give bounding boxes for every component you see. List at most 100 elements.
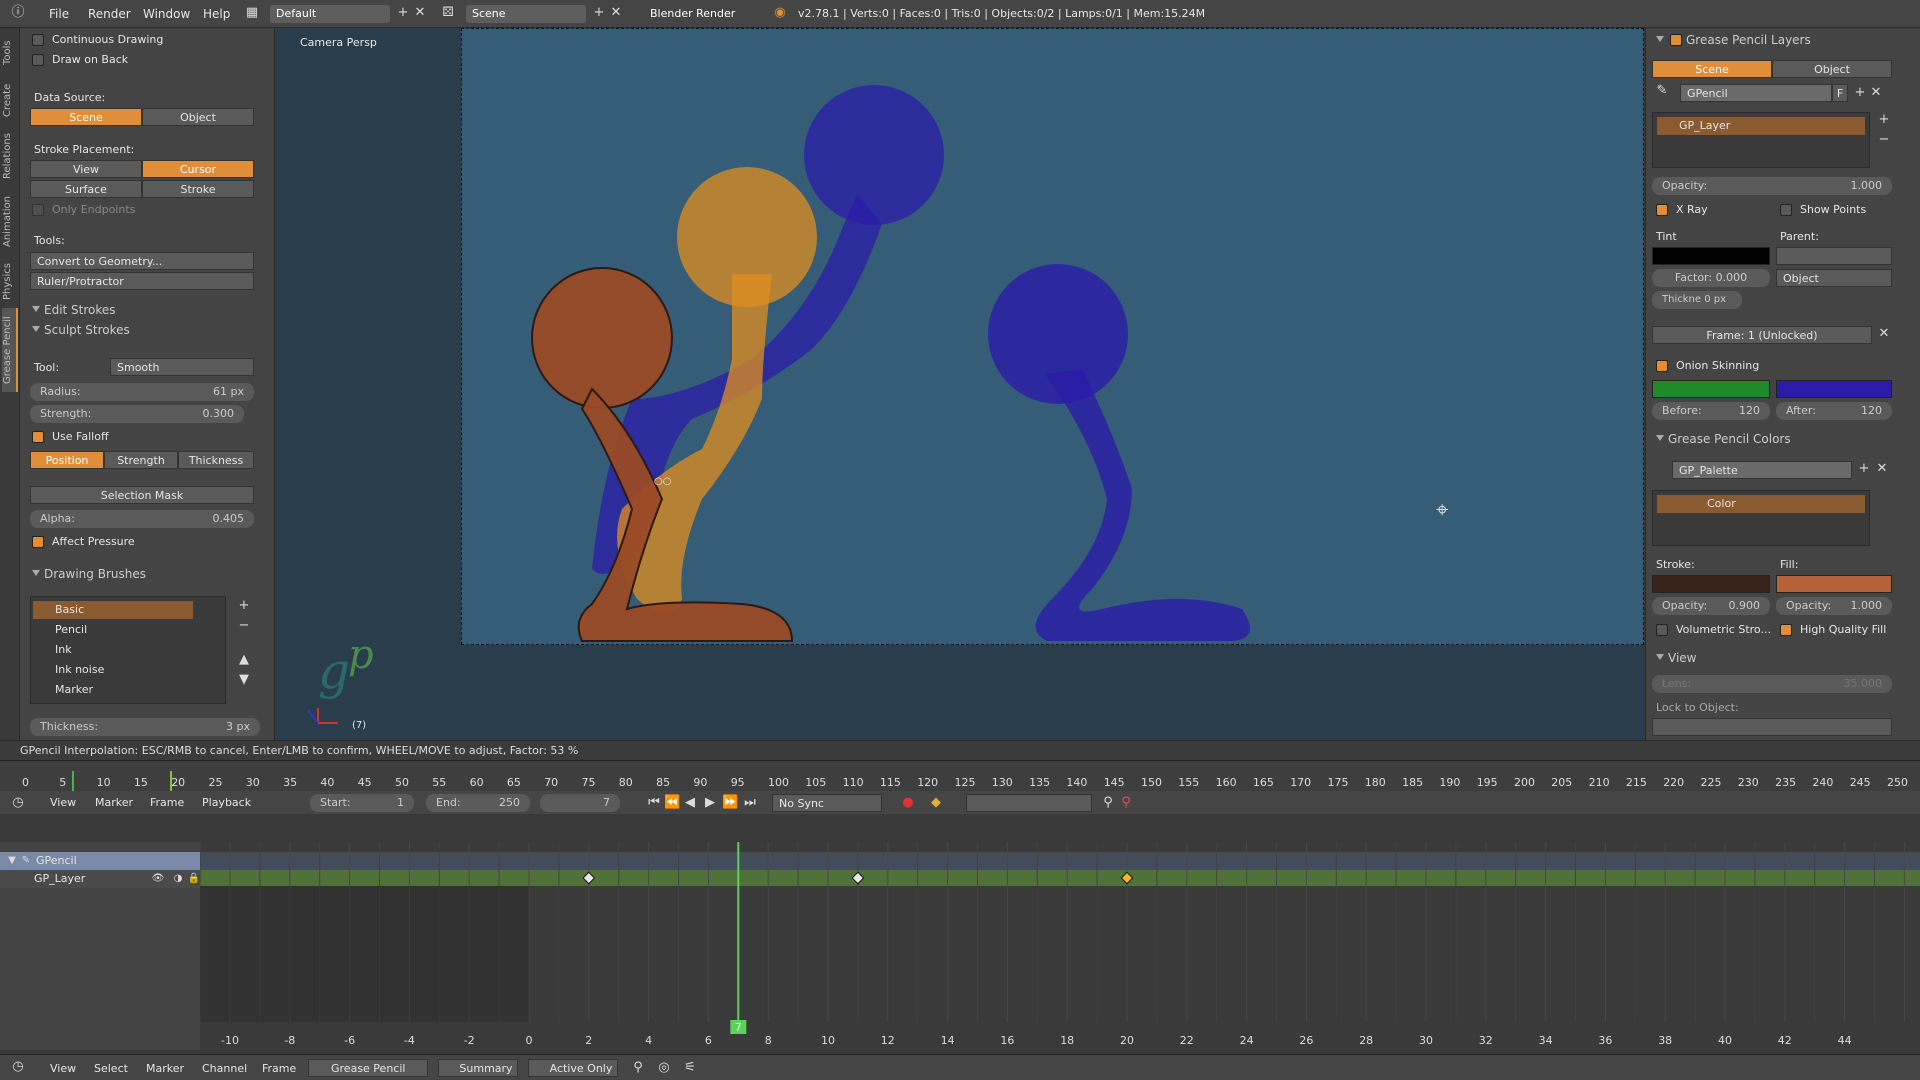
timeline-menu-view[interactable]: View [50, 796, 76, 809]
snap-icon[interactable]: ◎ [656, 1060, 672, 1076]
affect-position-button[interactable]: Position [30, 451, 104, 469]
draw-on-back-checkbox[interactable] [32, 54, 44, 66]
brush-item-ink[interactable]: Ink [33, 641, 72, 659]
brush-thickness-slider[interactable]: Thickness: 3 px [30, 718, 260, 736]
menu-render[interactable]: Render [88, 7, 131, 21]
summary-toggle[interactable]: Summary [438, 1059, 518, 1077]
menu-window[interactable]: Window [143, 7, 190, 21]
stroke-opacity-slider[interactable]: Opacity: 0.900 [1652, 597, 1770, 615]
brush-item-basic[interactable]: Basic [33, 601, 193, 619]
delete-frame-icon[interactable]: ✕ [1876, 326, 1892, 342]
affect-strength-button[interactable]: Strength [104, 451, 178, 469]
menu-help[interactable]: Help [203, 7, 230, 21]
scene-icon[interactable]: ⚄ [440, 5, 456, 21]
hq-fill-checkbox[interactable] [1780, 624, 1792, 636]
3d-cursor-icon[interactable]: ⌖ [1436, 498, 1448, 523]
tab-animation[interactable]: Animation [2, 190, 18, 254]
only-endpoints-checkbox[interactable] [32, 204, 44, 216]
convert-geometry-button[interactable]: Convert to Geometry... [30, 252, 254, 270]
3d-viewport[interactable]: Camera Persp ○○ ⌖ g p (7) [276, 28, 1644, 740]
data-source-scene-button[interactable]: Scene [30, 108, 142, 126]
visibility-icon[interactable]: 👁 [150, 871, 166, 887]
layer-opacity-slider[interactable]: Opacity: 1.000 [1652, 177, 1892, 195]
lens-slider[interactable]: Lens: 35.000 [1652, 675, 1892, 693]
frame-lock-field[interactable]: Frame: 1 (Unlocked) [1652, 326, 1872, 344]
keyframe-icon[interactable]: ◆ [928, 795, 944, 811]
placement-surface-button[interactable]: Surface [30, 180, 142, 198]
ds-menu-channel[interactable]: Channel [202, 1062, 247, 1075]
add-layout-icon[interactable]: + [395, 5, 411, 21]
timeline-menu-marker[interactable]: Marker [95, 796, 133, 809]
move-down-icon[interactable]: ▼ [236, 672, 252, 688]
ruler-button[interactable]: Ruler/Protractor [30, 272, 254, 290]
interpolation-icon[interactable]: ⚟ [682, 1060, 698, 1076]
gp-layers-checkbox[interactable] [1670, 34, 1682, 46]
add-layer-icon[interactable]: + [1876, 112, 1892, 128]
ds-menu-marker[interactable]: Marker [146, 1062, 184, 1075]
placement-cursor-button[interactable]: Cursor [142, 160, 254, 178]
next-key-icon[interactable]: ⏩ [722, 795, 738, 811]
tint-swatch[interactable] [1652, 247, 1770, 265]
fill-opacity-slider[interactable]: Opacity: 1.000 [1776, 597, 1892, 615]
drawing-brushes-panel[interactable]: Drawing Brushes [30, 564, 260, 584]
dopesheet-area[interactable]: -10 -8 -6 -4 -2 0 2 4 6 8 10 12 14 16 18 20 22 24 26 28 30 32… [200, 842, 1920, 1050]
layout-icon[interactable]: ▦ [244, 5, 260, 21]
gp-layers-panel[interactable]: Grease Pencil Layers [1654, 30, 1904, 50]
add-scene-icon[interactable]: + [591, 5, 607, 21]
onion-before-slider[interactable]: Before: 120 [1652, 402, 1770, 420]
tab-grease-pencil[interactable]: Grease Pencil [2, 308, 18, 392]
move-up-icon[interactable]: ▲ [236, 652, 252, 668]
tab-physics[interactable]: Physics [2, 258, 18, 306]
add-palette-icon[interactable]: + [1856, 461, 1872, 477]
layout-field[interactable]: Default [270, 5, 390, 23]
onion-after-color[interactable] [1776, 380, 1892, 398]
add-brush-icon[interactable]: + [236, 598, 252, 614]
volumetric-checkbox[interactable] [1656, 624, 1668, 636]
strength-slider[interactable]: Strength: 0.300 [30, 405, 244, 423]
dopesheet-editor-icon[interactable]: ◷ [10, 1059, 26, 1075]
continuous-drawing-checkbox[interactable] [32, 34, 44, 46]
selection-mask-button[interactable]: Selection Mask [30, 486, 254, 504]
sculpt-strokes-panel[interactable]: Sculpt Strokes [30, 320, 260, 340]
menu-file[interactable]: File [49, 7, 69, 21]
dopesheet-editor[interactable]: GPencil ▼ ✎ GP_Layer 👁 ◑ 🔒 -10 -8 -6 -4 -2 0 2… [0, 814, 1920, 1050]
play-reverse-icon[interactable]: ◀ [682, 795, 698, 811]
record-icon[interactable]: ● [900, 795, 916, 811]
jump-end-icon[interactable]: ⏭ [742, 795, 758, 811]
gpencil-datablock[interactable]: GPencil [1680, 84, 1832, 102]
onion-skinning-checkbox[interactable] [1656, 360, 1668, 372]
view-panel[interactable]: View [1654, 648, 1904, 668]
timeline-menu-frame[interactable]: Frame [150, 796, 184, 809]
stroke-color-swatch[interactable] [1652, 575, 1770, 593]
timeline-editor[interactable]: 0 5 10 15 20 25 30 35 40 45 50 55 60 65 70 75 80 85 90 95 10… [0, 760, 1920, 815]
parent-type-select[interactable]: Object [1776, 269, 1892, 287]
brush-item-pencil[interactable]: Pencil [33, 621, 87, 639]
mode-select[interactable]: Grease Pencil [308, 1059, 428, 1077]
delete-key-icon[interactable]: ⚲ [1118, 795, 1134, 811]
show-points-checkbox[interactable] [1780, 204, 1792, 216]
affect-pressure-checkbox[interactable] [32, 536, 44, 548]
tab-relations[interactable]: Relations [2, 128, 18, 184]
timeline-current-frame[interactable] [72, 771, 74, 791]
mute-icon[interactable]: ◑ [170, 871, 186, 887]
current-frame-field[interactable]: 7 [540, 794, 620, 812]
sculpt-tool-select[interactable]: Smooth [110, 358, 254, 376]
fake-user-button[interactable]: F [1832, 84, 1848, 102]
ds-menu-view[interactable]: View [50, 1062, 76, 1075]
remove-gpencil-icon[interactable]: ✕ [1868, 85, 1884, 101]
timeline-menu-playback[interactable]: Playback [202, 796, 251, 809]
brush-item-marker[interactable]: Marker [33, 681, 93, 699]
use-falloff-checkbox[interactable] [32, 431, 44, 443]
tint-factor-slider[interactable]: Factor: 0.000 [1652, 269, 1770, 287]
xray-checkbox[interactable] [1656, 204, 1668, 216]
parent-field[interactable] [1776, 247, 1892, 265]
render-engine-select[interactable]: Blender Render [644, 5, 754, 23]
layer-thickness-slider[interactable]: Thickne 0 px [1652, 291, 1742, 309]
insert-key-icon[interactable]: ⚲ [1100, 795, 1116, 811]
filter-icon[interactable]: ⚲ [630, 1060, 646, 1076]
radius-slider[interactable]: Radius: 61 px [30, 383, 254, 401]
data-source-object-button[interactable]: Object [142, 108, 254, 126]
palette-datablock[interactable]: GP_Palette [1672, 461, 1852, 479]
keying-set-field[interactable] [966, 794, 1092, 812]
brush-item-ink-noise[interactable]: Ink noise [33, 661, 104, 679]
